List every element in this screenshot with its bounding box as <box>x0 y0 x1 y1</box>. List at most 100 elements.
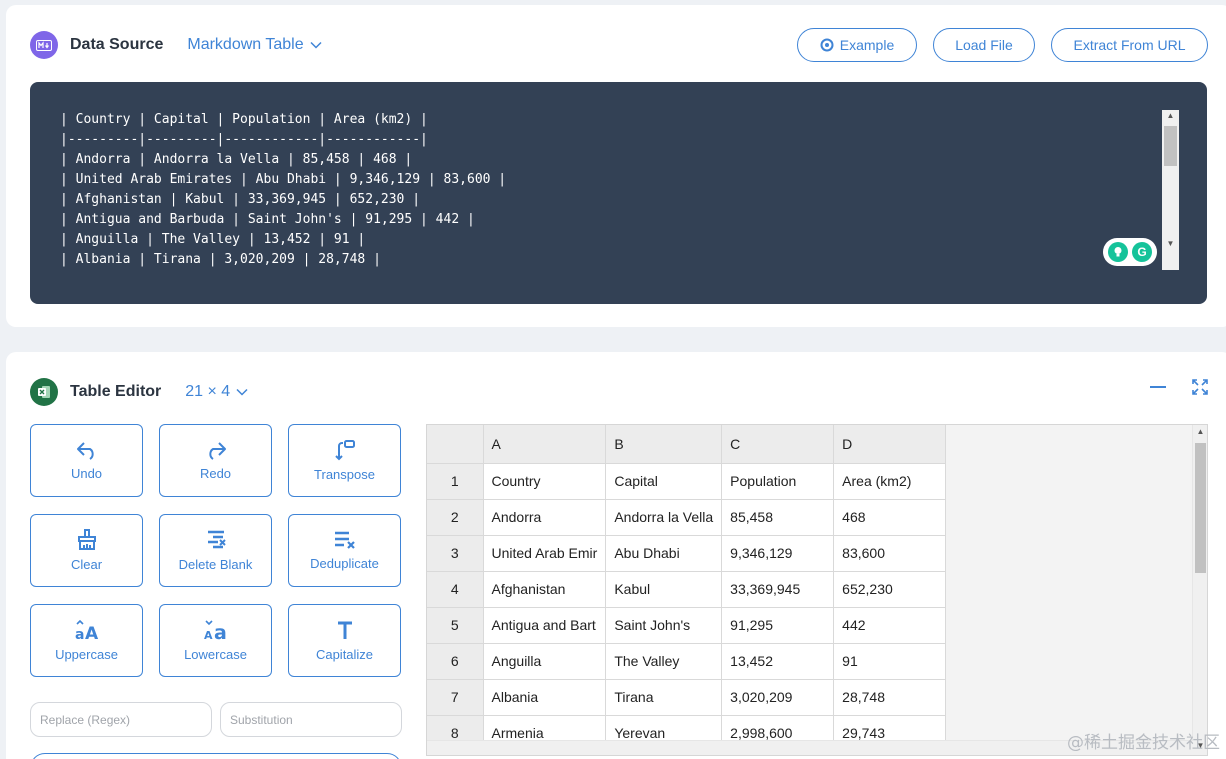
svg-text:a: a <box>214 622 227 641</box>
table-cell[interactable]: 468 <box>833 499 947 536</box>
broom-icon <box>77 529 96 550</box>
capitalize-button[interactable]: Capitalize <box>288 604 401 677</box>
svg-text:A: A <box>204 629 213 641</box>
corner-cell[interactable] <box>427 425 484 464</box>
clear-label: Clear <box>70 557 103 572</box>
table-cell[interactable]: Anguilla <box>483 643 607 680</box>
scroll-up-arrow-icon[interactable]: ▲ <box>1162 110 1179 122</box>
table-cell[interactable]: 83,600 <box>833 535 947 572</box>
markdown-icon <box>30 31 58 59</box>
transpose-button[interactable]: Transpose <box>288 424 401 497</box>
lightbulb-icon[interactable] <box>1108 242 1128 262</box>
table-cell[interactable]: 33,369,945 <box>721 571 835 608</box>
redo-button[interactable]: Redo <box>159 424 272 497</box>
column-header-b[interactable]: B <box>605 425 723 464</box>
scroll-up-arrow-icon[interactable]: ▲ <box>1193 427 1207 436</box>
table-cell[interactable]: Tirana <box>605 679 723 716</box>
code-line: | United Arab Emirates | Abu Dhabi | 9,3… <box>60 172 507 187</box>
code-scrollbar[interactable]: ▲ ▼ <box>1162 110 1179 270</box>
table-dimensions-dropdown[interactable]: 21 × 4 <box>185 383 248 401</box>
watermark: @稀土掘金技术社区 <box>1067 733 1220 753</box>
example-button[interactable]: Example <box>797 28 917 62</box>
grammarly-widget[interactable]: G <box>1103 238 1157 266</box>
editor-actions-grid: Undo Redo Transpose Clear Delete Blank D… <box>30 424 401 677</box>
redo-label: Redo <box>199 466 232 481</box>
uppercase-icon: aA <box>75 619 99 641</box>
extract-from-url-button[interactable]: Extract From URL <box>1051 28 1208 62</box>
table-cell[interactable]: Abu Dhabi <box>605 535 723 572</box>
table-cell[interactable]: Afghanistan <box>483 571 607 608</box>
spreadsheet-grid[interactable]: ABCD 1 Country Capital Population Area (km2)… <box>426 424 1208 756</box>
partially-visible-button[interactable] <box>30 753 402 759</box>
chevron-down-icon <box>236 388 248 396</box>
row-header[interactable]: 5 <box>427 607 484 644</box>
column-header-d[interactable]: D <box>833 425 947 464</box>
example-label: Example <box>839 37 895 53</box>
lowercase-button[interactable]: Aa Lowercase <box>159 604 272 677</box>
capitalize-label: Capitalize <box>315 647 374 662</box>
table-cell[interactable]: Saint John's <box>605 607 723 644</box>
data-source-card: Data Source Markdown Table Example Load … <box>6 5 1226 327</box>
lowercase-label: Lowercase <box>184 647 247 662</box>
code-line: | Afghanistan | Kabul | 33,369,945 | 652… <box>60 192 421 207</box>
capitalize-icon <box>337 621 352 639</box>
code-line: |---------|---------|------------|------… <box>60 132 428 147</box>
table-cell[interactable]: 91,295 <box>721 607 835 644</box>
source-format-dropdown[interactable]: Markdown Table <box>187 36 322 54</box>
table-cell[interactable]: Antigua and Bart <box>483 607 607 644</box>
table-cell[interactable]: 652,230 <box>833 571 947 608</box>
delete-blank-icon <box>207 530 226 549</box>
table-cell[interactable]: 3,020,209 <box>721 679 835 716</box>
table-cell[interactable]: The Valley <box>605 643 723 680</box>
markdown-textarea[interactable]: | Country | Capital | Population | Area … <box>30 82 1207 304</box>
table-row: 2 Andorra Andorra la Vella 85,458 468 <box>427 499 947 536</box>
row-header[interactable]: 2 <box>427 499 484 536</box>
table-cell[interactable]: Area (km2) <box>833 463 947 500</box>
code-line: | Albania | Tirana | 3,020,209 | 28,748 … <box>60 252 381 267</box>
table-cell[interactable]: Country <box>483 463 607 500</box>
undo-button[interactable]: Undo <box>30 424 143 497</box>
lowercase-icon: Aa <box>204 620 227 641</box>
row-header[interactable]: 4 <box>427 571 484 608</box>
chevron-down-icon <box>310 41 322 49</box>
row-header[interactable]: 3 <box>427 535 484 572</box>
substitution-input[interactable] <box>220 702 402 737</box>
delete-blank-button[interactable]: Delete Blank <box>159 514 272 587</box>
grid-scroll-thumb[interactable] <box>1195 443 1206 573</box>
deduplicate-button[interactable]: Deduplicate <box>288 514 401 587</box>
table-cell[interactable]: Andorra la Vella <box>605 499 723 536</box>
uppercase-button[interactable]: aA Uppercase <box>30 604 143 677</box>
table-cell[interactable]: United Arab Emir <box>483 535 607 572</box>
table-cell[interactable]: Capital <box>605 463 723 500</box>
row-header[interactable]: 1 <box>427 463 484 500</box>
undo-label: Undo <box>70 466 103 481</box>
table-cell[interactable]: Population <box>721 463 835 500</box>
clear-button[interactable]: Clear <box>30 514 143 587</box>
table-cell[interactable]: Albania <box>483 679 607 716</box>
scroll-down-arrow-icon[interactable]: ▼ <box>1162 238 1179 250</box>
replace-regex-input[interactable] <box>30 702 212 737</box>
excel-icon <box>30 378 58 406</box>
row-header[interactable]: 7 <box>427 679 484 716</box>
code-line: | Andorra | Andorra la Vella | 85,458 | … <box>60 152 413 167</box>
delete-blank-label: Delete Blank <box>178 557 253 572</box>
table-cell[interactable]: 91 <box>833 643 947 680</box>
deduplicate-label: Deduplicate <box>310 556 379 571</box>
table-cell[interactable]: Kabul <box>605 571 723 608</box>
grammarly-icon[interactable]: G <box>1132 242 1152 262</box>
table-cell[interactable]: Andorra <box>483 499 607 536</box>
load-file-button[interactable]: Load File <box>933 28 1035 62</box>
table-cell[interactable]: 442 <box>833 607 947 644</box>
table-cell[interactable]: 13,452 <box>721 643 835 680</box>
table-cell[interactable]: 28,748 <box>833 679 947 716</box>
grid-vertical-scrollbar[interactable]: ▲ ▼ <box>1192 425 1207 755</box>
table-cell[interactable]: 85,458 <box>721 499 835 536</box>
code-scroll-thumb[interactable] <box>1164 126 1177 166</box>
row-header[interactable]: 6 <box>427 643 484 680</box>
table-cell[interactable]: 9,346,129 <box>721 535 835 572</box>
column-header-a[interactable]: A <box>483 425 607 464</box>
minimize-icon[interactable] <box>1150 385 1166 389</box>
code-line: | Country | Capital | Population | Area … <box>60 112 428 127</box>
fullscreen-icon[interactable] <box>1192 379 1208 395</box>
column-header-c[interactable]: C <box>721 425 835 464</box>
